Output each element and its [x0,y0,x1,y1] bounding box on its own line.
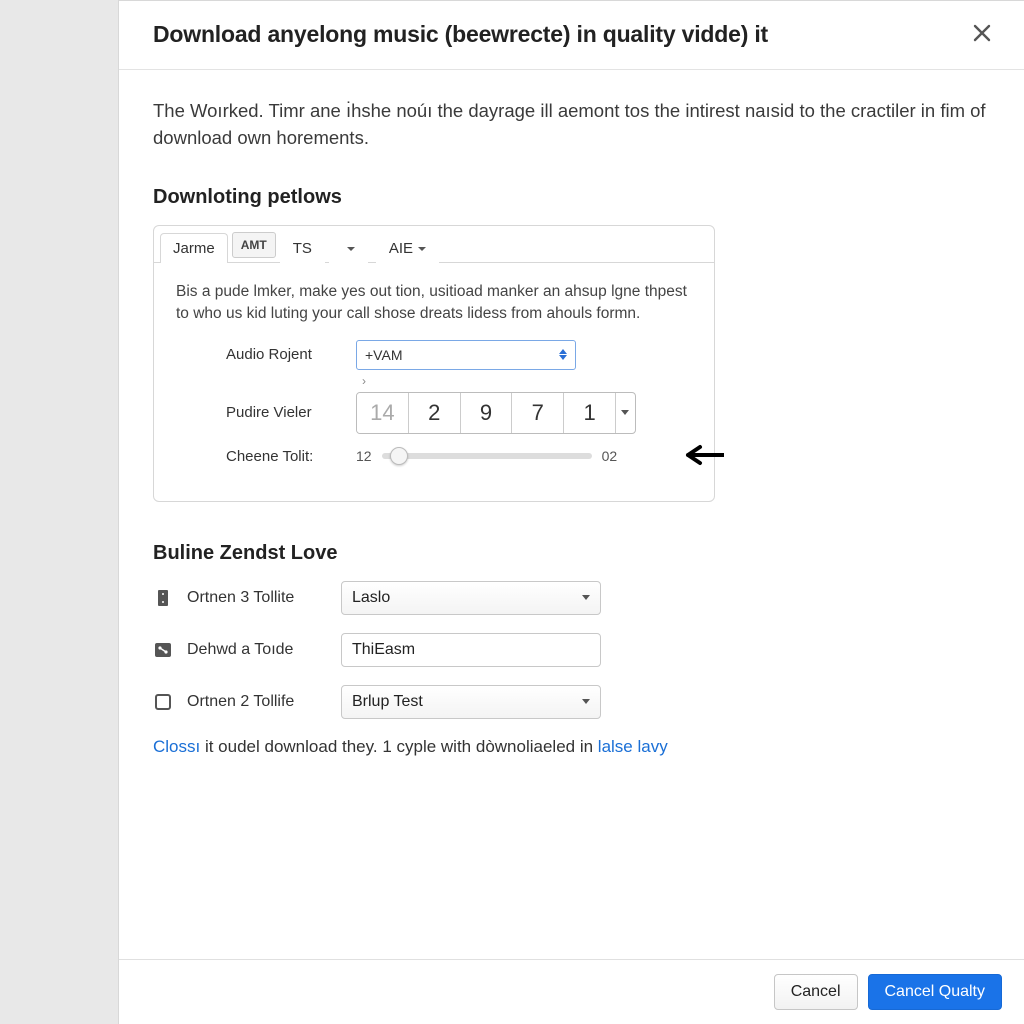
download-dialog: Download anyelong music (beewrecte) in q… [118,0,1024,1024]
audio-rojent-label: Audio Rojent [226,346,356,363]
chevron-down-icon [582,595,590,600]
option-label-2: Ortnen 2 Tollife [187,693,327,711]
intro-text: The Woırked. Timr ane ı̇hshe noúı the da… [153,98,988,152]
help-link-1[interactable]: Clossı [153,737,200,756]
device-icon [153,692,173,712]
row-pudire-vieler: Pudire Vieler 14 2 9 7 1 [226,392,692,434]
stepper-cell-3[interactable]: 7 [512,393,564,433]
stepper-dropdown-icon[interactable] [615,393,635,433]
spinner-icon [559,349,567,360]
tab-jarme[interactable]: Jarme [160,233,228,263]
audio-rojent-value: +VAM [365,347,402,363]
option-row-0: Ortnen 3 Tollite Laslo [153,581,988,615]
option-label-1: Dehwd a Toıde [187,641,327,659]
hint-arrow-icon: › [362,374,692,388]
option-value-2: Brlup Test [352,693,423,711]
option-input-1[interactable] [341,633,601,667]
stepper-cell-4[interactable]: 1 [564,393,615,433]
panel-tabs: Jarme AMT TS AIE [154,226,714,263]
section-downloting-heading: Downloting petlows [153,186,988,209]
tolit-slider: 12 02 [356,448,617,464]
help-link-2[interactable]: lalse lavy [598,737,668,756]
option-select-2[interactable]: Brlup Test [341,685,601,719]
tab-amt[interactable]: AMT [232,232,276,258]
row-cheene-tolit: Cheene Tolit: 12 02 [226,448,692,465]
quantity-stepper[interactable]: 14 2 9 7 1 [356,392,636,434]
storage-icon [153,588,173,608]
slider-max: 02 [602,448,618,464]
slider-thumb[interactable] [390,447,408,465]
audio-rojent-combo[interactable]: +VAM [356,340,576,370]
pudire-vieler-label: Pudire Vieler [226,404,356,421]
option-value-0: Laslo [352,589,390,607]
row-audio-rojent: Audio Rojent +VAM [226,340,692,370]
flow-icon [153,640,173,660]
slider-min: 12 [356,448,372,464]
cheene-tolit-label: Cheene Tolit: [226,448,356,465]
option-select-0[interactable]: Laslo [341,581,601,615]
dialog-title: Download anyelong music (beewrecte) in q… [153,21,768,48]
option-row-1: Dehwd a Toıde [153,633,988,667]
cancel-button[interactable]: Cancel [774,974,858,1010]
close-icon[interactable] [968,17,996,51]
slider-track[interactable] [382,453,592,459]
stepper-cell-2[interactable]: 9 [461,393,513,433]
tab-caret[interactable] [329,233,368,263]
downloting-panel: Jarme AMT TS AIE Bis a pude lmker, make … [153,225,715,502]
tab-aie[interactable]: AIE [376,233,439,263]
help-mid: it oudel download they. 1 cyple with dòw… [200,737,598,756]
option-label-0: Ortnen 3 Tollite [187,589,327,607]
dialog-header: Download anyelong music (beewrecte) in q… [119,1,1024,70]
section-buline-heading: Buline Zendst Love [153,542,988,565]
dialog-footer: Cancel Cancel Qualty [119,959,1024,1024]
cancel-quality-button[interactable]: Cancel Qualty [868,974,1003,1010]
dialog-body: The Woırked. Timr ane ı̇hshe noúı the da… [119,70,1024,959]
panel-body: Bis a pude lmker, make yes out tion, usi… [154,263,714,501]
panel-description: Bis a pude lmker, make yes out tion, usi… [176,281,692,326]
tab-ts[interactable]: TS [280,233,325,263]
help-line: Clossı it oudel download they. 1 cyple w… [153,737,988,757]
chevron-down-icon [582,699,590,704]
stepper-cell-1[interactable]: 2 [409,393,461,433]
option-row-2: Ortnen 2 Tollife Brlup Test [153,685,988,719]
stepper-cell-0[interactable]: 14 [357,393,409,433]
